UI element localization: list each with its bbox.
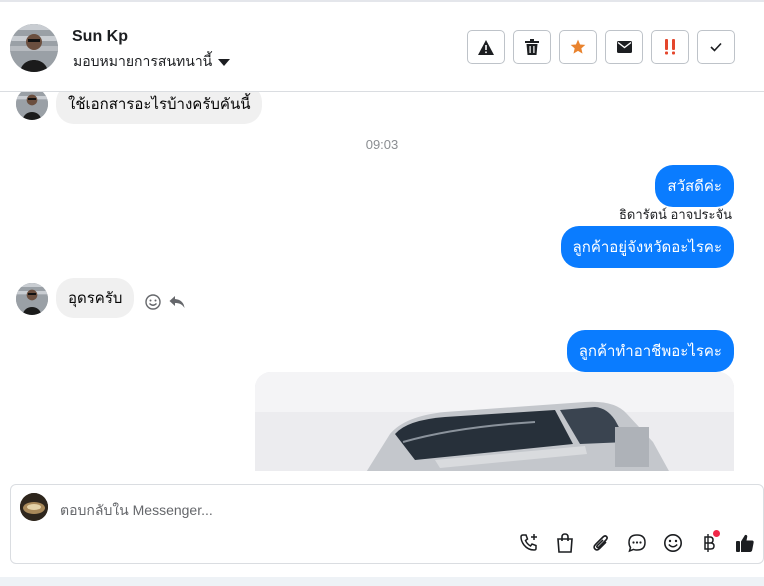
reply-icon[interactable] <box>169 295 185 309</box>
assign-conversation-dropdown[interactable]: มอบหมายการสนทนานี้ <box>73 51 231 73</box>
reply-input[interactable]: ตอบกลับใน Messenger... <box>60 500 213 522</box>
message-actions <box>145 294 185 310</box>
action-toolbar <box>467 30 735 64</box>
react-emoji-icon[interactable] <box>145 294 161 310</box>
page-avatar <box>20 493 48 521</box>
outgoing-message[interactable]: ลูกค้าอยู่จังหวัดอะไรคะ <box>560 226 734 268</box>
urgent-button[interactable] <box>651 30 689 64</box>
star-button[interactable] <box>559 30 597 64</box>
contact-avatar-small <box>16 92 48 120</box>
contact-avatar[interactable] <box>10 24 58 72</box>
trash-icon <box>525 39 539 55</box>
assign-label: มอบหมายการสนทนานี้ <box>73 53 213 69</box>
mark-done-button[interactable] <box>697 30 735 64</box>
incoming-message[interactable]: อุดรครับ <box>56 278 135 318</box>
outgoing-message[interactable]: สวัสดีค่ะ <box>655 165 734 207</box>
attach-file-button[interactable] <box>589 531 612 554</box>
mark-unread-button[interactable] <box>605 30 643 64</box>
thumbs-up-icon <box>735 534 754 552</box>
incoming-message[interactable]: ใช้เอกสารอะไรบ้างครับคันนี้ <box>56 92 263 124</box>
composer-toolbar <box>517 530 756 554</box>
contact-name: Sun Kp <box>72 28 128 45</box>
message-thread[interactable]: ใช้เอกสารอะไรบ้างครับคันนี้ 09:03 สวัสดี… <box>0 92 764 471</box>
emoji-icon <box>663 533 682 552</box>
paperclip-icon <box>592 534 608 551</box>
emoji-button[interactable] <box>661 531 684 554</box>
call-add-icon <box>519 533 537 551</box>
bottom-bar <box>0 577 764 586</box>
star-icon <box>570 39 586 54</box>
call-add-button[interactable] <box>517 531 540 554</box>
sender-name: ธิดารัตน์ อาจประจัน <box>618 207 732 222</box>
conversation-header: Sun Kp มอบหมายการสนทนานี้ <box>0 2 764 92</box>
send-like-button[interactable] <box>733 531 756 554</box>
reply-composer: ตอบกลับใน Messenger... <box>10 484 764 564</box>
message-timestamp: 09:03 <box>365 137 399 152</box>
saved-replies-button[interactable] <box>625 531 648 554</box>
shopping-bag-button[interactable] <box>553 531 576 554</box>
delete-button[interactable] <box>513 30 551 64</box>
mail-icon <box>616 41 632 53</box>
contact-avatar-small <box>16 283 48 315</box>
report-spam-button[interactable] <box>467 30 505 64</box>
urgent-icon <box>665 39 675 55</box>
outgoing-message[interactable]: ลูกค้าทำอาชีพอะไรคะ <box>566 330 734 372</box>
check-icon <box>710 42 722 52</box>
caret-down-icon <box>218 58 231 66</box>
car-photo-attachment[interactable] <box>255 372 734 471</box>
chat-bubble-icon <box>627 533 646 552</box>
shopping-bag-icon <box>556 532 573 553</box>
notification-dot <box>713 530 720 537</box>
payment-button[interactable] <box>697 530 720 554</box>
warning-icon <box>478 39 494 55</box>
